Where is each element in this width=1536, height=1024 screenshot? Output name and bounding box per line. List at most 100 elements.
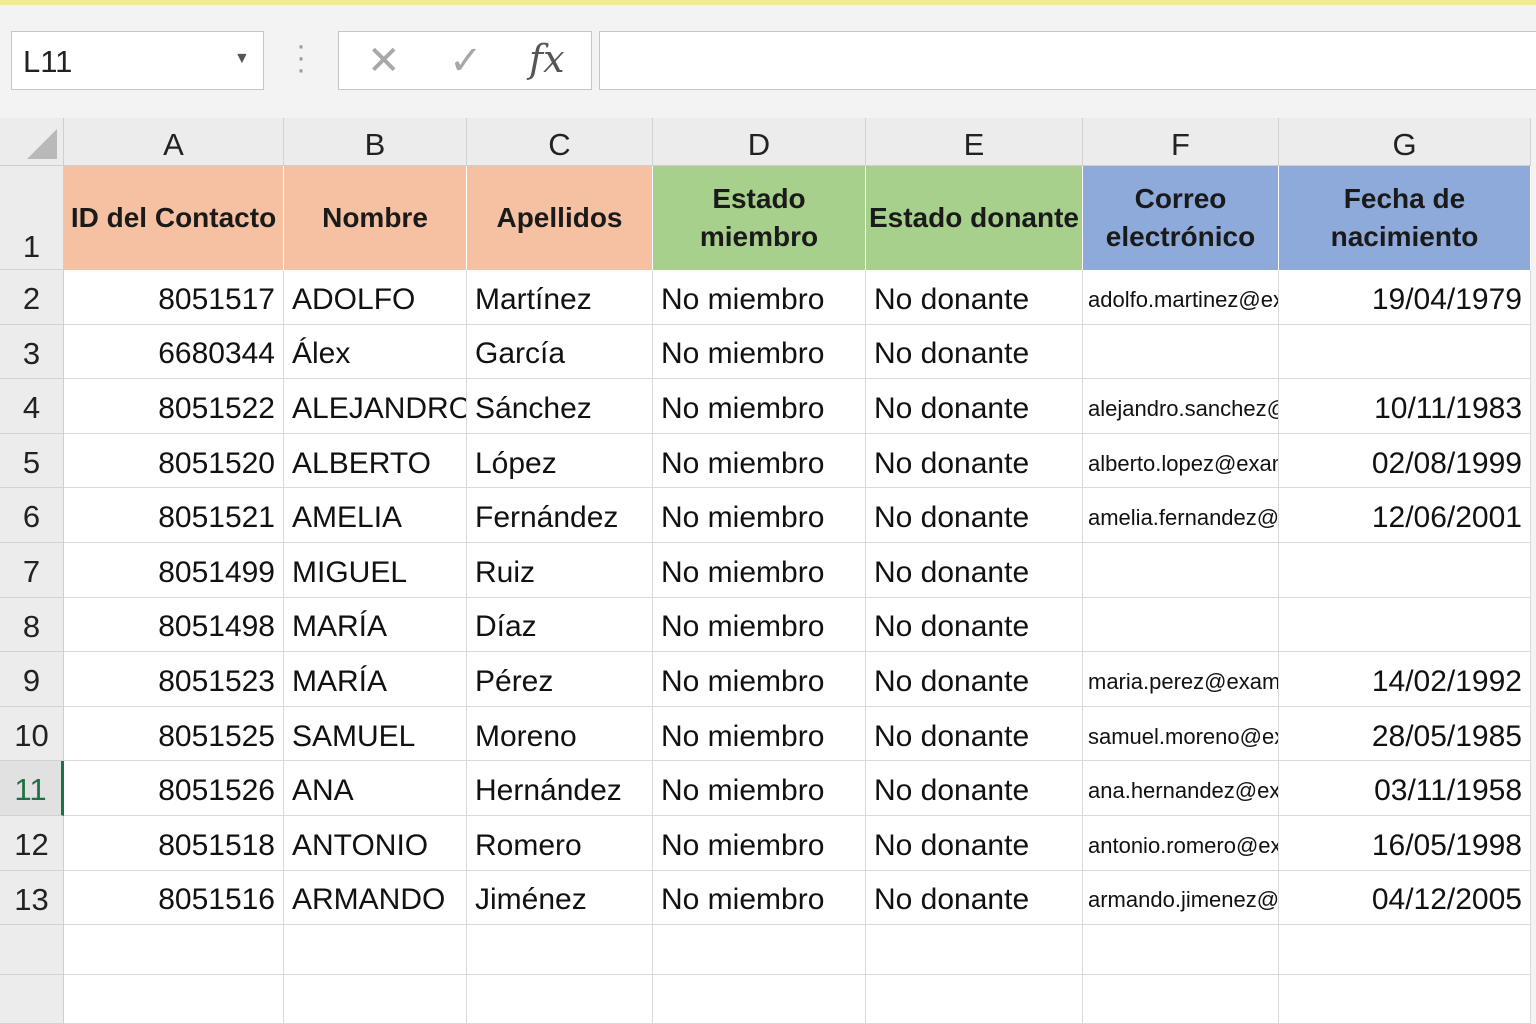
cell-d11[interactable]: No miembro xyxy=(653,761,866,816)
column-header-d[interactable]: D xyxy=(653,118,866,166)
column-header-a[interactable]: A xyxy=(64,118,284,166)
cell-c7[interactable]: Ruiz xyxy=(467,543,653,598)
cell-a10[interactable]: 8051525 xyxy=(64,706,284,762)
cell-c9[interactable]: Pérez xyxy=(467,652,653,707)
cell-g2[interactable]: 19/04/1979 xyxy=(1279,270,1531,325)
cell-g13[interactable]: 04/12/2005 xyxy=(1279,870,1531,926)
header-cell-g[interactable]: Fecha de nacimiento xyxy=(1279,166,1531,270)
cell-f13[interactable]: armando.jimenez@example.es xyxy=(1083,870,1279,926)
cell-f11[interactable]: ana.hernandez@example.es xyxy=(1083,761,1279,816)
formula-input[interactable] xyxy=(599,31,1536,90)
cell-g9[interactable]: 14/02/1992 xyxy=(1279,652,1531,707)
row-header-blank[interactable] xyxy=(0,975,64,1024)
cell-f9[interactable]: maria.perez@example.es xyxy=(1083,652,1279,707)
cell-c2[interactable]: Martínez xyxy=(467,270,653,325)
cell-a12[interactable]: 8051518 xyxy=(64,816,284,871)
cell-e11[interactable]: No donante xyxy=(866,761,1083,816)
empty-cell[interactable] xyxy=(284,975,467,1024)
cell-e3[interactable]: No donante xyxy=(866,324,1083,380)
empty-cell[interactable] xyxy=(653,975,866,1024)
column-header-c[interactable]: C xyxy=(467,118,653,166)
row-header-10[interactable]: 10 xyxy=(0,706,64,762)
cell-d5[interactable]: No miembro xyxy=(653,433,866,489)
cell-g10[interactable]: 28/05/1985 xyxy=(1279,706,1531,762)
cell-d4[interactable]: No miembro xyxy=(653,379,866,434)
cell-g8[interactable] xyxy=(1279,597,1531,653)
cell-d10[interactable]: No miembro xyxy=(653,706,866,762)
empty-cell[interactable] xyxy=(467,925,653,976)
cell-f7[interactable] xyxy=(1083,543,1279,598)
row-header-13[interactable]: 13 xyxy=(0,870,64,926)
cell-b2[interactable]: ADOLFO xyxy=(284,270,467,325)
cell-f3[interactable] xyxy=(1083,324,1279,380)
cell-d6[interactable]: No miembro xyxy=(653,488,866,543)
empty-cell[interactable] xyxy=(467,975,653,1024)
spreadsheet-grid[interactable]: A B C D E F G 1 2 3 4 5 6 7 8 9 10 11 12 13 ID del Contacto N… xyxy=(0,118,1536,1024)
row-header-6[interactable]: 6 xyxy=(0,488,64,543)
cell-c5[interactable]: López xyxy=(467,433,653,489)
cell-e9[interactable]: No donante xyxy=(866,652,1083,707)
cell-d7[interactable]: No miembro xyxy=(653,543,866,598)
cell-f5[interactable]: alberto.lopez@example.es xyxy=(1083,433,1279,489)
cell-b12[interactable]: ANTONIO xyxy=(284,816,467,871)
cell-d12[interactable]: No miembro xyxy=(653,816,866,871)
empty-cell[interactable] xyxy=(866,925,1083,976)
cell-e6[interactable]: No donante xyxy=(866,488,1083,543)
row-header-3[interactable]: 3 xyxy=(0,324,64,380)
cell-g5[interactable]: 02/08/1999 xyxy=(1279,433,1531,489)
cell-f2[interactable]: adolfo.martinez@example.es xyxy=(1083,270,1279,325)
cell-f12[interactable]: antonio.romero@example.es xyxy=(1083,816,1279,871)
cell-b3[interactable]: Álex xyxy=(284,324,467,380)
cell-a5[interactable]: 8051520 xyxy=(64,433,284,489)
column-header-e[interactable]: E xyxy=(866,118,1083,166)
row-header-8[interactable]: 8 xyxy=(0,597,64,653)
empty-cell[interactable] xyxy=(653,925,866,976)
cell-g4[interactable]: 10/11/1983 xyxy=(1279,379,1531,434)
row-header-blank[interactable] xyxy=(0,925,64,976)
cell-a2[interactable]: 8051517 xyxy=(64,270,284,325)
cell-e13[interactable]: No donante xyxy=(866,870,1083,926)
cell-c13[interactable]: Jiménez xyxy=(467,870,653,926)
cell-a13[interactable]: 8051516 xyxy=(64,870,284,926)
row-header-4[interactable]: 4 xyxy=(0,379,64,434)
header-cell-c[interactable]: Apellidos xyxy=(467,166,653,270)
cell-a6[interactable]: 8051521 xyxy=(64,488,284,543)
cell-c6[interactable]: Fernández xyxy=(467,488,653,543)
cell-c4[interactable]: Sánchez xyxy=(467,379,653,434)
row-header-2[interactable]: 2 xyxy=(0,270,64,325)
header-cell-a[interactable]: ID del Contacto xyxy=(64,166,284,270)
cell-d9[interactable]: No miembro xyxy=(653,652,866,707)
empty-cell[interactable] xyxy=(64,925,284,976)
cell-g3[interactable] xyxy=(1279,324,1531,380)
cell-e4[interactable]: No donante xyxy=(866,379,1083,434)
cell-b7[interactable]: MIGUEL xyxy=(284,543,467,598)
more-options-icon[interactable]: · · · xyxy=(295,31,307,85)
cell-g11[interactable]: 03/11/1958 xyxy=(1279,761,1531,816)
cell-e7[interactable]: No donante xyxy=(866,543,1083,598)
cell-a9[interactable]: 8051523 xyxy=(64,652,284,707)
cell-c3[interactable]: García xyxy=(467,324,653,380)
cell-d8[interactable]: No miembro xyxy=(653,597,866,653)
cell-b5[interactable]: ALBERTO xyxy=(284,433,467,489)
column-header-b[interactable]: B xyxy=(284,118,467,166)
header-cell-f[interactable]: Correo electrónico xyxy=(1083,166,1279,270)
cell-e12[interactable]: No donante xyxy=(866,816,1083,871)
cell-a11[interactable]: 8051526 xyxy=(64,761,284,816)
cell-c12[interactable]: Romero xyxy=(467,816,653,871)
cell-f8[interactable] xyxy=(1083,597,1279,653)
cell-e8[interactable]: No donante xyxy=(866,597,1083,653)
cell-a7[interactable]: 8051499 xyxy=(64,543,284,598)
chevron-down-icon[interactable]: ▼ xyxy=(234,50,250,68)
header-cell-e[interactable]: Estado donante xyxy=(866,166,1083,270)
cell-d13[interactable]: No miembro xyxy=(653,870,866,926)
cell-f4[interactable]: alejandro.sanchez@example.es xyxy=(1083,379,1279,434)
cell-c10[interactable]: Moreno xyxy=(467,706,653,762)
empty-cell[interactable] xyxy=(1083,925,1279,976)
empty-cell[interactable] xyxy=(1279,975,1531,1024)
fx-icon[interactable]: fx xyxy=(529,37,565,81)
cell-b6[interactable]: AMELIA xyxy=(284,488,467,543)
check-icon[interactable]: ✓ xyxy=(449,38,483,84)
name-box[interactable]: L11 ▼ xyxy=(11,31,264,90)
header-cell-b[interactable]: Nombre xyxy=(284,166,467,270)
cell-b8[interactable]: MARÍA xyxy=(284,597,467,653)
